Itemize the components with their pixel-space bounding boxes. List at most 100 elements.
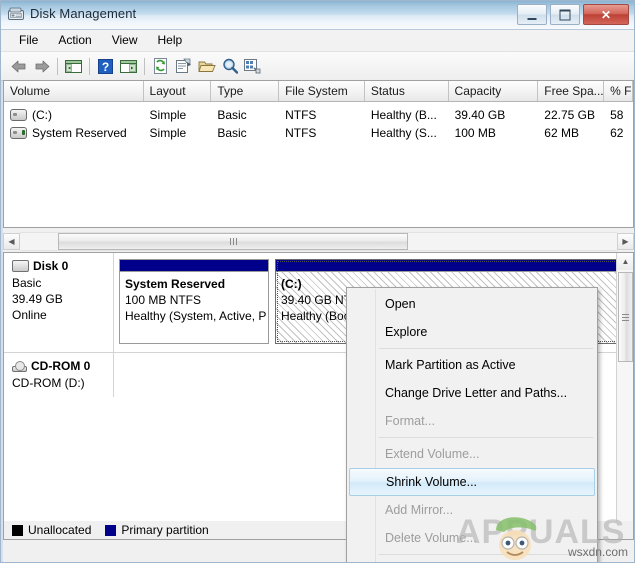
cell-layout: Simple <box>149 108 187 122</box>
context-menu-item-add-mirror: Add Mirror... <box>385 503 454 517</box>
help-button[interactable]: ? <box>94 55 117 77</box>
window-title: Disk Management <box>30 6 137 21</box>
cell-percent-free: 62 <box>610 126 624 140</box>
help-icon: ? <box>98 58 113 74</box>
disk-management-window: Disk Management ✕ File Action View Help <box>0 0 635 563</box>
close-button[interactable]: ✕ <box>583 4 629 25</box>
menu-help[interactable]: Help <box>148 31 193 50</box>
vertical-scrollbar[interactable]: ▲ ▼ <box>616 253 633 539</box>
scroll-left-button[interactable]: ◀ <box>3 232 20 250</box>
disk0-title: Disk 0 <box>12 259 113 273</box>
cdrom0-title: CD-ROM 0 <box>12 359 113 373</box>
system-volume-icon <box>10 127 27 139</box>
grip-line <box>229 237 231 245</box>
disk0-status: Online <box>12 308 47 322</box>
table-row[interactable]: System Reserved Simple Basic NTFS Health… <box>4 124 633 142</box>
context-menu-item-format: Format... <box>385 414 436 428</box>
context-menu-item-open[interactable]: Open <box>349 290 595 318</box>
partition-status: Healthy (System, Active, P <box>125 309 267 323</box>
disk0-size: 39.49 GB <box>12 292 63 306</box>
disk-icon <box>12 260 29 272</box>
refresh-button[interactable] <box>149 55 172 77</box>
cell-status: Healthy (B... <box>370 108 437 122</box>
close-icon: ✕ <box>600 7 612 22</box>
cell-percent-free: 58 <box>610 108 624 122</box>
toolbar-separator-1 <box>57 57 58 75</box>
partition-color-bar <box>276 260 618 272</box>
column-header-file-system[interactable]: File System <box>279 81 365 101</box>
grip-line <box>622 319 629 321</box>
cell-type: Basic <box>217 108 247 122</box>
forward-button[interactable] <box>30 55 53 77</box>
column-header-layout[interactable]: Layout <box>143 81 212 101</box>
partition-size-fs: 100 MB NTFS <box>125 293 202 307</box>
column-header-type[interactable]: Type <box>211 81 280 101</box>
column-header-free-space[interactable]: Free Spa... <box>538 81 605 101</box>
toolbar: ? <box>1 52 634 81</box>
context-menu-item-explore[interactable]: Explore <box>349 318 595 346</box>
maximize-button[interactable] <box>550 4 580 25</box>
horizontal-scroll-thumb[interactable] <box>58 232 408 250</box>
column-header-status[interactable]: Status <box>364 81 449 101</box>
disk-management-icon <box>8 7 24 20</box>
scroll-up-button[interactable]: ▲ <box>617 253 633 270</box>
open-folder-button[interactable] <box>195 55 218 77</box>
grip-line <box>232 237 234 245</box>
maximize-icon <box>559 9 571 20</box>
partition-name: System Reserved <box>125 277 226 291</box>
volume-list-pane[interactable]: Volume Layout Type File System Status Ca… <box>3 80 634 228</box>
cell-capacity: 100 MB <box>454 126 496 140</box>
table-row[interactable]: (C:) Simple Basic NTFS Healthy (B... 39.… <box>4 106 633 124</box>
show-hide-console-tree-button[interactable] <box>62 55 85 77</box>
disk0-info[interactable]: Disk 0 Basic 39.49 GB Online <box>4 253 114 352</box>
show-action-pane-icon <box>120 59 137 73</box>
grip-line <box>622 313 629 315</box>
all-tasks-button[interactable] <box>241 55 264 77</box>
context-menu-item-shrink-volume[interactable]: Shrink Volume... <box>349 468 595 496</box>
horizontal-scrollbar[interactable]: ◀ ▶ <box>3 231 634 251</box>
scroll-right-button[interactable]: ▶ <box>617 232 634 250</box>
rescan-disks-button[interactable] <box>218 55 241 77</box>
cdrom-icon <box>12 360 27 372</box>
context-menu-item-properties[interactable]: Properties <box>349 557 595 562</box>
disk0-name: Disk 0 <box>33 259 69 273</box>
cdrom0-name: CD-ROM 0 <box>31 359 91 373</box>
legend-label-primary-partition: Primary partition <box>121 523 209 537</box>
grip-line <box>235 237 237 245</box>
vertical-scroll-thumb[interactable] <box>618 272 633 362</box>
cell-free-space: 62 MB <box>544 126 579 140</box>
volume-icon <box>10 109 27 121</box>
all-tasks-icon <box>244 59 261 74</box>
cell-volume-label: System Reserved <box>32 126 127 140</box>
menu-file[interactable]: File <box>9 31 48 50</box>
column-header-volume[interactable]: Volume <box>4 81 144 101</box>
legend-label-unallocated: Unallocated <box>28 523 92 537</box>
rescan-disks-icon <box>222 58 238 74</box>
partition-system-reserved[interactable]: System Reserved 100 MB NTFS Healthy (Sys… <box>119 259 269 344</box>
back-button[interactable] <box>7 55 30 77</box>
refresh-icon <box>153 58 167 74</box>
cell-volume: System Reserved <box>4 126 144 140</box>
cell-capacity: 39.40 GB <box>454 108 506 122</box>
cell-volume: (C:) <box>4 108 144 122</box>
properties-button[interactable] <box>172 55 195 77</box>
open-folder-icon <box>197 61 216 72</box>
context-menu-item-mark-partition-as-active[interactable]: Mark Partition as Active <box>349 351 595 379</box>
menu-action[interactable]: Action <box>48 31 101 50</box>
menu-view[interactable]: View <box>102 31 148 50</box>
context-menu-separator <box>379 554 593 555</box>
show-hide-console-tree-icon <box>65 59 82 73</box>
title-bar: Disk Management ✕ <box>1 1 634 30</box>
horizontal-scroll-track[interactable] <box>20 231 617 251</box>
disk0-type: Basic <box>12 276 42 290</box>
minimize-button[interactable] <box>517 4 547 25</box>
cdrom0-info[interactable]: CD-ROM 0 CD-ROM (D:) <box>4 353 114 397</box>
legend-swatch-unallocated <box>12 524 23 536</box>
cell-file-system: NTFS <box>285 108 317 122</box>
toolbar-separator-2 <box>89 57 90 75</box>
show-action-pane-button[interactable] <box>117 55 140 77</box>
context-menu-separator <box>379 437 593 438</box>
column-header-percent-free[interactable]: % F <box>604 81 633 101</box>
context-menu-item-change-drive-letter-and-paths[interactable]: Change Drive Letter and Paths... <box>349 379 595 407</box>
column-header-capacity[interactable]: Capacity <box>448 81 539 101</box>
